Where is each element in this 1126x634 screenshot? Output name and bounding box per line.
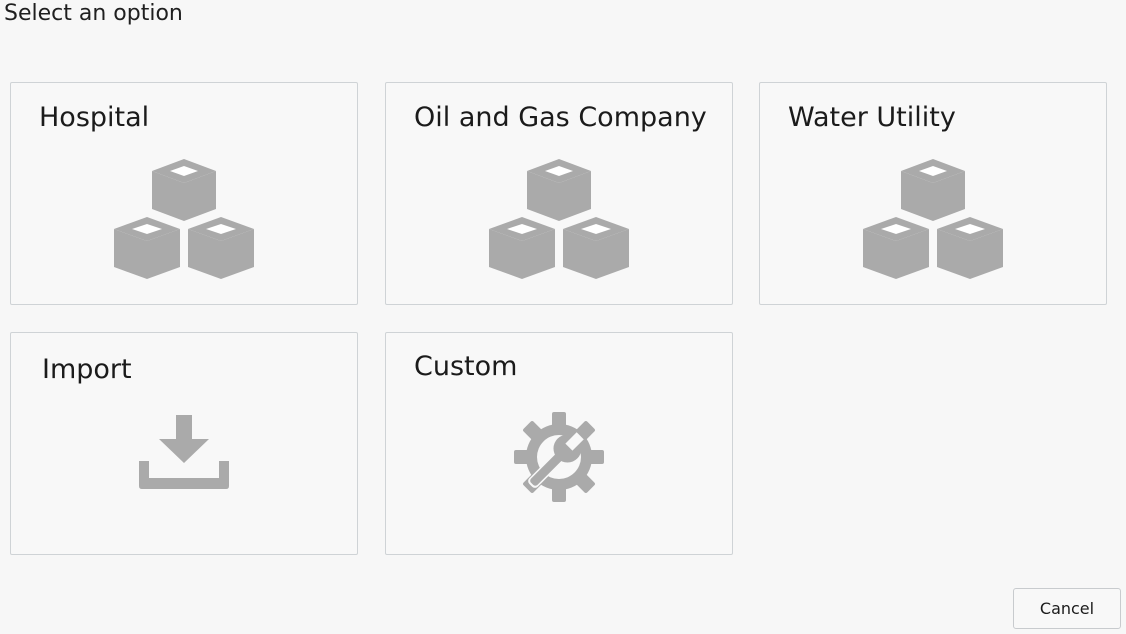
settings-icon: [513, 411, 605, 503]
option-card-label: Oil and Gas Company: [414, 102, 707, 133]
select-option-dialog: Select an option Hospital Oil and Gas Co…: [0, 0, 1126, 634]
option-card-hospital[interactable]: Hospital: [10, 82, 358, 305]
page-title: Select an option: [4, 1, 183, 26]
option-card-oil-and-gas-company[interactable]: Oil and Gas Company: [385, 82, 733, 305]
option-card-label: Hospital: [39, 102, 150, 133]
cubes-icon: [489, 159, 629, 281]
cubes-icon: [863, 159, 1003, 281]
cancel-button[interactable]: Cancel: [1013, 588, 1121, 629]
option-card-label: Water Utility: [788, 102, 956, 133]
option-card-water-utility[interactable]: Water Utility: [759, 82, 1107, 305]
option-card-label: Custom: [414, 351, 518, 382]
cubes-icon: [114, 159, 254, 281]
download-icon: [139, 415, 229, 489]
option-card-import[interactable]: Import: [10, 332, 358, 555]
option-card-label: Import: [42, 354, 132, 385]
option-card-custom[interactable]: Custom: [385, 332, 733, 555]
